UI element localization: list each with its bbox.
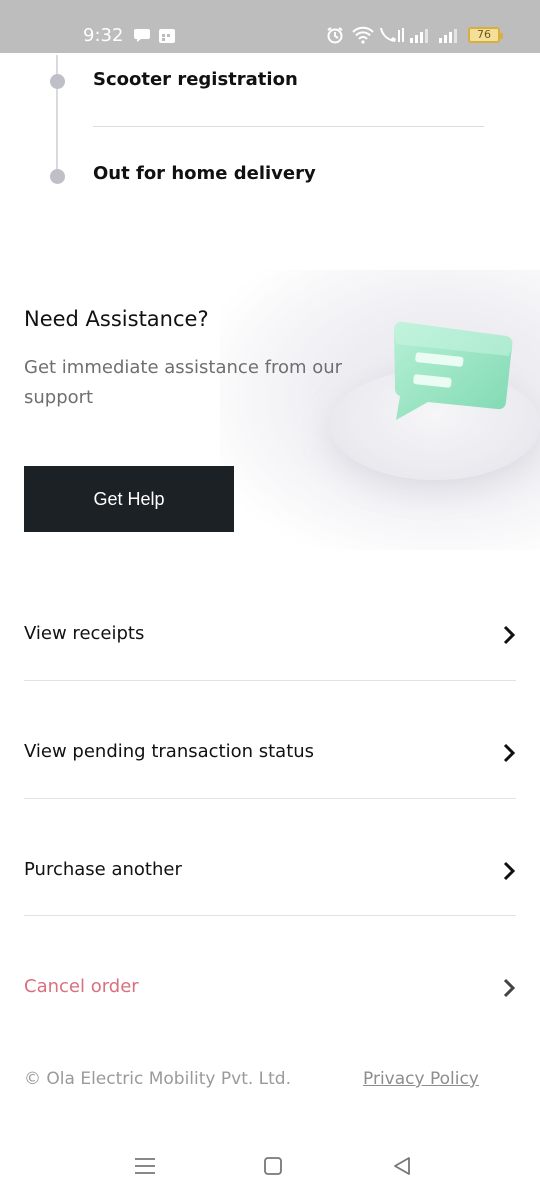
- order-status-screen: 9:32 76 Scooter registration Out for hom…: [0, 0, 540, 1200]
- timeline-dot: [50, 169, 65, 184]
- assistance-description: Get immediate assistance from our suppor…: [24, 357, 343, 408]
- list-divider: [24, 915, 516, 916]
- chevron-right-icon: [503, 978, 516, 998]
- get-help-button[interactable]: Get Help: [24, 466, 234, 532]
- call-icon: [380, 28, 404, 42]
- list-item-purchase-another[interactable]: Purchase another: [24, 841, 516, 901]
- back-icon[interactable]: [392, 1156, 412, 1176]
- list-divider: [24, 680, 516, 681]
- privacy-policy-link[interactable]: Privacy Policy: [363, 1069, 479, 1089]
- list-item-cancel-order[interactable]: Cancel order: [24, 958, 516, 1018]
- timeline-step-label: Out for home delivery: [93, 163, 316, 184]
- signal-icon: [410, 29, 428, 43]
- list-item-label: Cancel order: [24, 976, 139, 997]
- list-divider: [24, 798, 516, 799]
- assistance-title: Need Assistance?: [24, 307, 209, 331]
- timeline-step-label: Scooter registration: [93, 69, 298, 90]
- list-item-label: Purchase another: [24, 859, 182, 880]
- status-bar: 9:32 76: [0, 0, 540, 53]
- chevron-right-icon: [503, 743, 516, 763]
- chevron-right-icon: [503, 861, 516, 881]
- chevron-right-icon: [503, 625, 516, 645]
- timeline-dot: [50, 74, 65, 89]
- calendar-icon: [159, 29, 175, 43]
- home-icon[interactable]: [263, 1156, 283, 1176]
- timeline-divider: [93, 126, 484, 127]
- wifi-icon: [352, 26, 374, 44]
- list-item-pending-transactions[interactable]: View pending transaction status: [24, 723, 516, 783]
- menu-icon[interactable]: [134, 1156, 156, 1176]
- chat-bubble-icon: [134, 29, 150, 42]
- status-time: 9:32: [83, 25, 124, 46]
- signal-icon: [439, 29, 457, 43]
- alarm-icon: [327, 27, 343, 44]
- list-item-view-receipts[interactable]: View receipts: [24, 605, 516, 665]
- chat-message-icon: [394, 321, 513, 420]
- list-item-label: View pending transaction status: [24, 741, 315, 762]
- footer-copyright: © Ola Electric Mobility Pvt. Ltd.: [24, 1069, 292, 1089]
- list-item-label: View receipts: [24, 623, 145, 644]
- battery-icon: 76: [468, 27, 503, 43]
